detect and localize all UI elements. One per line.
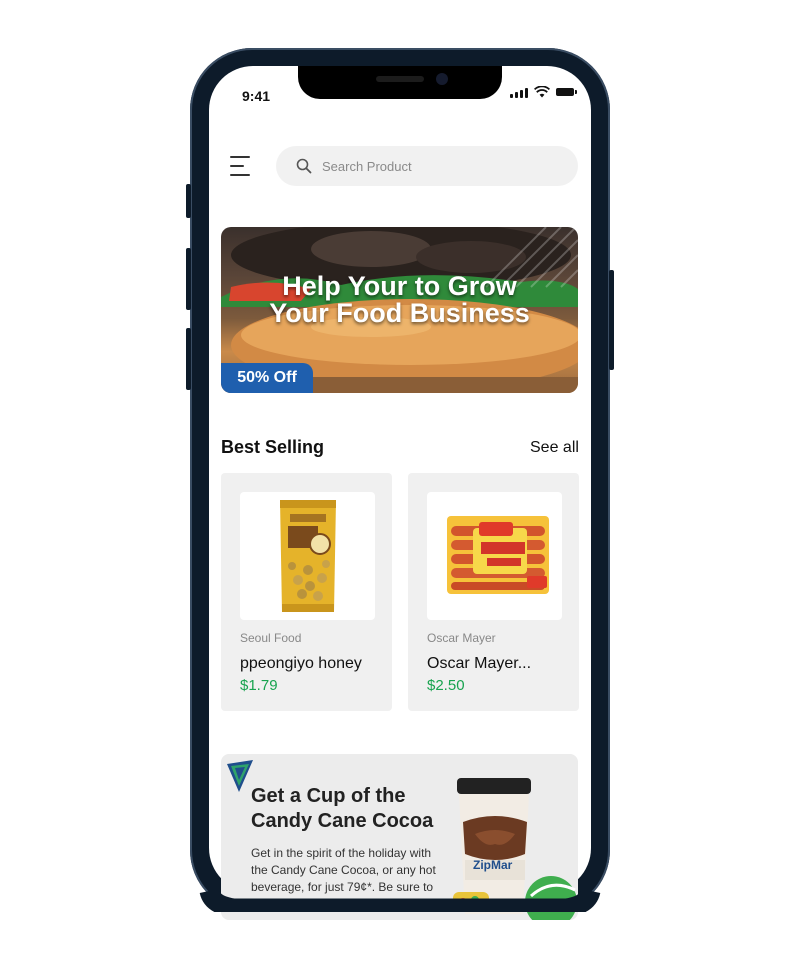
- phone-bottom-bezel: [199, 891, 601, 912]
- discount-badge: 50% Off: [221, 363, 313, 393]
- status-time: 9:41: [242, 88, 271, 104]
- product-image-hot-dogs: [427, 492, 562, 620]
- hamburger-menu-icon[interactable]: [230, 156, 252, 176]
- camera-icon: [436, 73, 448, 85]
- banner-title-line-2: Your Food Business: [269, 298, 530, 328]
- product-brand: Oscar Mayer: [427, 631, 496, 645]
- see-all-link[interactable]: See all: [530, 439, 579, 457]
- product-name: Oscar Mayer...: [427, 655, 532, 672]
- wifi-icon: [534, 86, 550, 98]
- product-card[interactable]: Oscar Mayer Oscar Mayer... $2.50: [408, 473, 579, 711]
- banner-title-line-1: Help Your to Grow: [282, 271, 517, 301]
- product-name: ppeongiyo honey: [240, 655, 362, 672]
- phone-volume-up-button: [186, 248, 191, 310]
- phone-side-button: [186, 184, 191, 218]
- cup-brand-label: ZipMar: [473, 858, 513, 872]
- signal-icon: [510, 87, 528, 98]
- speaker: [376, 76, 424, 82]
- search-input[interactable]: [320, 157, 544, 175]
- section-title-best-selling: Best Selling: [221, 437, 325, 457]
- product-image-snack-bag: [240, 492, 375, 620]
- product-card[interactable]: Seoul Food ppeongiyo honey $1.79: [221, 473, 392, 711]
- promo-title: Get a Cup of the Candy Cane Cocoa: [251, 785, 434, 832]
- banner-title: Help Your to Grow Your Food Business: [221, 273, 578, 327]
- battery-icon: [556, 88, 577, 96]
- status-icons: [510, 86, 577, 98]
- notch: [298, 66, 502, 99]
- product-price: $1.79: [240, 677, 278, 694]
- search-bar[interactable]: [276, 146, 578, 186]
- product-brand: Seoul Food: [240, 631, 302, 645]
- phone-power-button: [609, 270, 614, 370]
- promo-text: Get in the spirit of the holiday with th…: [251, 846, 436, 894]
- phone-volume-down-button: [186, 328, 191, 390]
- promo-banner[interactable]: Help Your to Grow Your Food Business 50%…: [221, 227, 578, 393]
- product-price: $2.50: [427, 677, 465, 694]
- search-icon: [296, 158, 312, 174]
